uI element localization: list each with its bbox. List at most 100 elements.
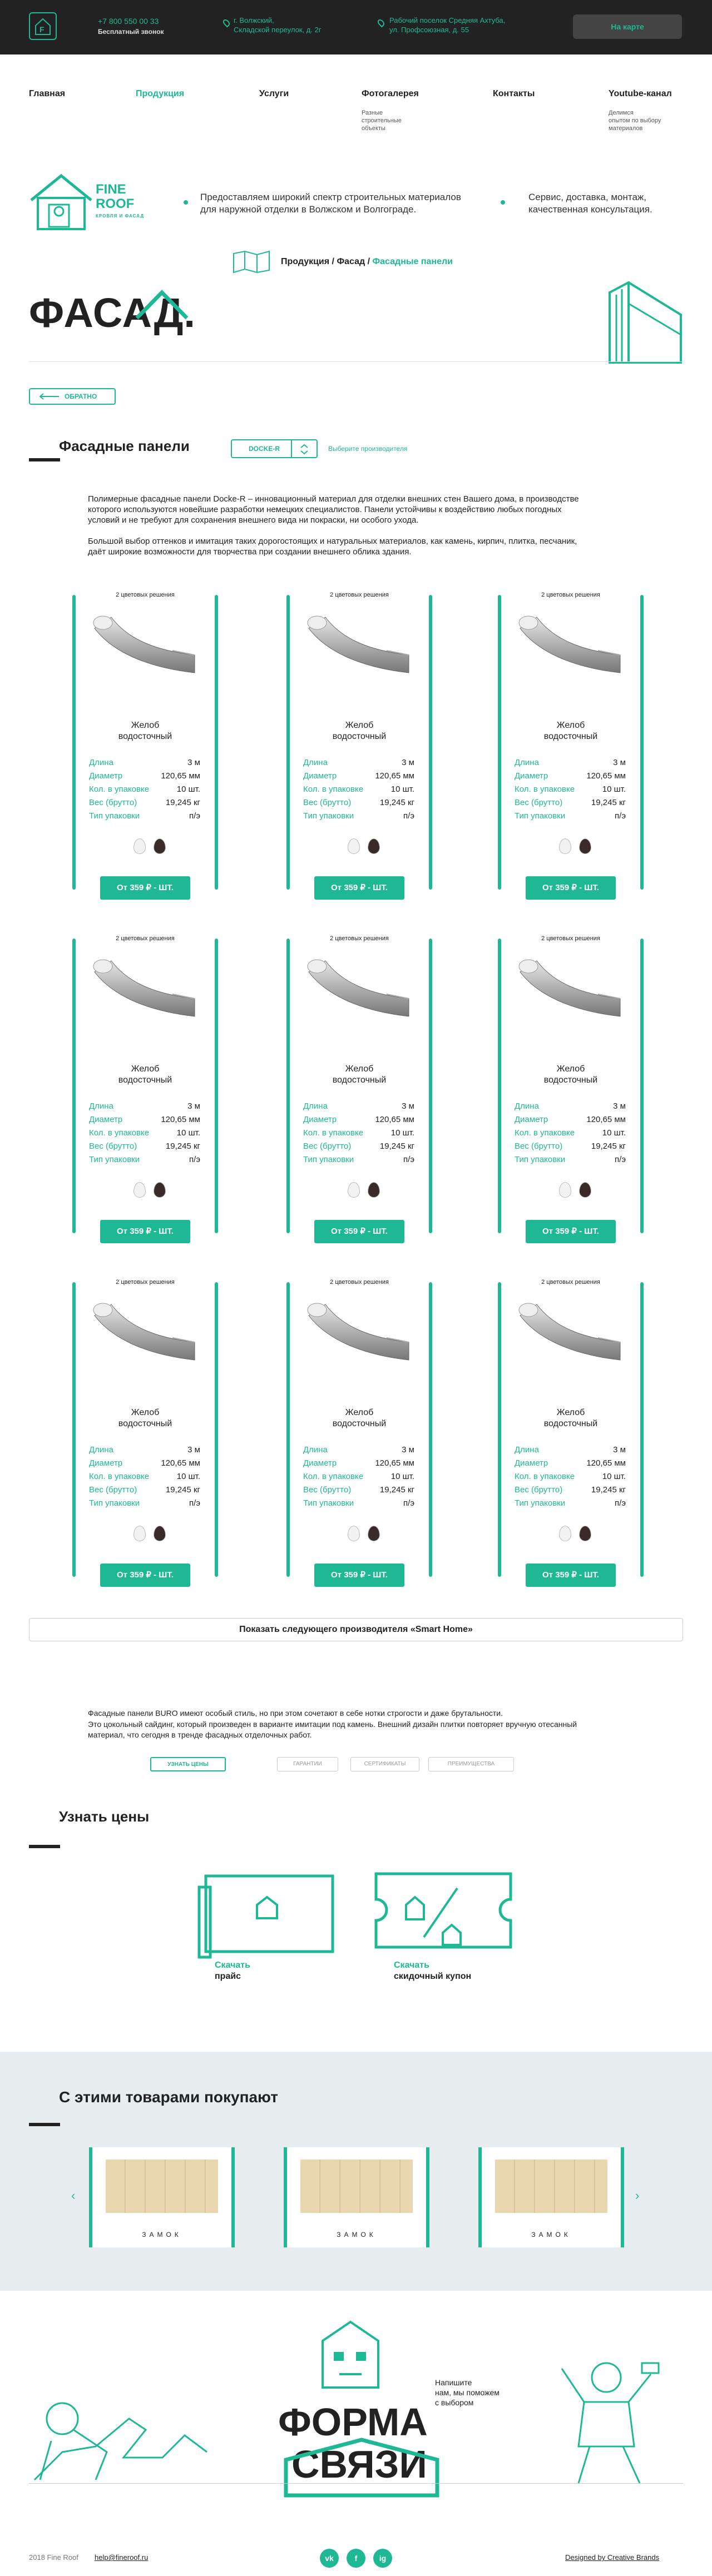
coupon-icon[interactable] xyxy=(374,1872,513,1949)
product-name: Желоб водосточный xyxy=(498,1064,644,1086)
price-button[interactable]: От 359 ₽ - ШТ. xyxy=(100,1220,190,1243)
tab-prices[interactable]: УЗНАТЬ ЦЕНЫ xyxy=(150,1757,226,1771)
price-button[interactable]: От 359 ₽ - ШТ. xyxy=(100,1564,190,1587)
product-card[interactable]: 2 цветовых решения Желоб водосточный От 3… xyxy=(498,592,644,910)
color-drop-icon[interactable] xyxy=(348,1526,360,1541)
nav-gallery[interactable]: Фотогалерея xyxy=(362,89,419,99)
price-button[interactable]: От 359 ₽ - ШТ. xyxy=(526,876,616,900)
product-card[interactable]: 2 цветовых решения Желоб водосточный От 3… xyxy=(72,1279,218,1597)
manufacturer-select[interactable]: DOCKE-R xyxy=(231,439,318,458)
color-drop-icon[interactable] xyxy=(134,1526,146,1541)
product-name-line: водосточный xyxy=(118,1419,172,1428)
price-list-icon[interactable] xyxy=(195,1870,339,1959)
email-link[interactable]: help@fineroof.ru xyxy=(95,2553,148,2562)
spec-label: Кол. в упаковке xyxy=(89,785,150,794)
product-card[interactable]: 2 цветовых решения Желоб водосточный От 3… xyxy=(72,592,218,910)
map-button[interactable]: На карте xyxy=(573,14,682,39)
tab-certificates[interactable]: СЕРТИФИКАТЫ xyxy=(350,1757,419,1771)
nav-home[interactable]: Главная xyxy=(29,89,65,99)
spec-row: Диаметр 120,65 мм xyxy=(89,1457,200,1470)
carousel-next-icon[interactable]: › xyxy=(635,2188,639,2203)
spec-value: 10 шт. xyxy=(176,1472,200,1481)
product-card[interactable]: 2 цветовых решения Желоб водосточный От 3… xyxy=(498,935,644,1253)
choose-manufacturer-link[interactable]: Выберите производителя xyxy=(328,445,407,453)
gutter-image xyxy=(307,1303,409,1361)
color-drop-icon[interactable] xyxy=(559,1526,571,1541)
facebook-icon[interactable]: f xyxy=(347,2549,365,2568)
download-coupon-link[interactable]: Скачать скидочный купон xyxy=(394,1960,471,1982)
price-button[interactable]: От 359 ₽ - ШТ. xyxy=(100,876,190,900)
spec-value: 10 шт. xyxy=(390,1472,414,1481)
color-drop-icon[interactable] xyxy=(368,1526,380,1541)
color-drop-icon[interactable] xyxy=(579,1182,591,1198)
home-logo[interactable]: F xyxy=(29,12,57,40)
vk-icon[interactable]: vk xyxy=(320,2549,339,2568)
address-akhtuba[interactable]: Рабочий поселок Средняя Ахтуба, ул. Проф… xyxy=(389,16,505,34)
nav-services[interactable]: Услуги xyxy=(259,89,289,99)
color-drop-icon[interactable] xyxy=(579,1526,591,1541)
price-button[interactable]: От 359 ₽ - ШТ. xyxy=(314,876,404,900)
spec-row: Диаметр 120,65 мм xyxy=(303,1457,414,1470)
nav-products[interactable]: Продукция xyxy=(136,89,184,99)
carousel-prev-icon[interactable]: ‹ xyxy=(71,2188,75,2203)
product-card[interactable]: 2 цветовых решения Желоб водосточный От 3… xyxy=(498,1279,644,1597)
back-button[interactable]: ОБРАТНО xyxy=(29,388,116,405)
product-card[interactable]: 2 цветовых решения Желоб водосточный От 3… xyxy=(286,592,432,910)
product-card[interactable]: 2 цветовых решения Желоб водосточный От 3… xyxy=(286,935,432,1253)
gutter-image xyxy=(93,1303,195,1361)
spec-row: Кол. в упаковке 10 шт. xyxy=(515,783,626,796)
color-drop-icon[interactable] xyxy=(579,838,591,854)
color-drop-icon[interactable] xyxy=(348,838,360,854)
spec-row: Кол. в упаковке 10 шт. xyxy=(515,1470,626,1483)
address-volzhsky[interactable]: г. Волжский, Складской переулок, д. 2г xyxy=(234,16,322,34)
color-drop-icon[interactable] xyxy=(559,1182,571,1198)
bubble-line: Напишите xyxy=(435,2378,472,2387)
brand-subtitle: КРОВЛЯ И ФАСАД xyxy=(96,214,145,219)
color-drop-icon[interactable] xyxy=(134,1182,146,1198)
price-button[interactable]: От 359 ₽ - ШТ. xyxy=(314,1564,404,1587)
recommend-card[interactable]: ЗАМОК xyxy=(284,2147,429,2247)
next-manufacturer-button[interactable]: Показать следующего производителя «Smart… xyxy=(29,1618,683,1641)
color-drop-icon[interactable] xyxy=(134,838,146,854)
tagline-line: качественная консультация. xyxy=(528,204,652,215)
color-drop-icon[interactable] xyxy=(154,1182,166,1198)
tab-advantages[interactable]: ПРЕИМУЩЕСТВА xyxy=(428,1757,514,1771)
spec-row: Диаметр 120,65 мм xyxy=(515,1457,626,1470)
breadcrumb-current: Фасадные панели xyxy=(372,257,453,266)
price-button[interactable]: От 359 ₽ - ШТ. xyxy=(314,1220,404,1243)
location-pin-icon xyxy=(376,18,386,28)
spec-label: Диаметр xyxy=(89,1458,123,1468)
recommend-card[interactable]: ЗАМОК xyxy=(89,2147,235,2247)
product-card[interactable]: 2 цветовых решения Желоб водосточный От 3… xyxy=(72,935,218,1253)
spec-value: 3 м xyxy=(613,758,626,767)
phone-link[interactable]: +7 800 550 00 33 xyxy=(98,17,159,26)
map-icon xyxy=(233,250,270,274)
download-price-link[interactable]: Скачать прайс xyxy=(215,1960,250,1982)
product-card[interactable]: 2 цветовых решения Желоб водосточный От 3… xyxy=(286,1279,432,1597)
designer-credit[interactable]: Designed by Creative Brands xyxy=(565,2553,659,2562)
price-button[interactable]: От 359 ₽ - ШТ. xyxy=(526,1220,616,1243)
product-name-line: водосточный xyxy=(332,1419,387,1428)
card-border xyxy=(640,1282,644,1577)
color-drop-icon[interactable] xyxy=(154,838,166,854)
color-drop-icon[interactable] xyxy=(559,838,571,854)
color-drop-icon[interactable] xyxy=(154,1526,166,1541)
product-name-line: водосточный xyxy=(118,732,172,741)
spec-row: Кол. в упаковке 10 шт. xyxy=(89,1126,200,1140)
color-drop-icon[interactable] xyxy=(368,838,380,854)
nav-contacts[interactable]: Контакты xyxy=(493,89,535,99)
tab-guarantee[interactable]: ГАРАНТИИ xyxy=(277,1757,338,1771)
spec-value: 19,245 кг xyxy=(165,1485,200,1495)
instagram-icon[interactable]: ig xyxy=(373,2549,392,2568)
arrow-left-icon xyxy=(39,393,59,400)
price-button[interactable]: От 359 ₽ - ШТ. xyxy=(526,1564,616,1587)
spec-value: 120,65 мм xyxy=(586,771,626,781)
spec-label: Кол. в упаковке xyxy=(303,1128,364,1138)
color-drop-icon[interactable] xyxy=(348,1182,360,1198)
breadcrumb-path[interactable]: Продукция / Фасад / xyxy=(281,257,372,266)
facade-wall-icon xyxy=(609,281,682,364)
color-drop-icon[interactable] xyxy=(368,1182,380,1198)
recommend-card[interactable]: ЗАМОК xyxy=(478,2147,624,2247)
brand-name-line: FINE xyxy=(96,182,126,197)
nav-youtube[interactable]: Youtube-канал xyxy=(609,89,672,99)
